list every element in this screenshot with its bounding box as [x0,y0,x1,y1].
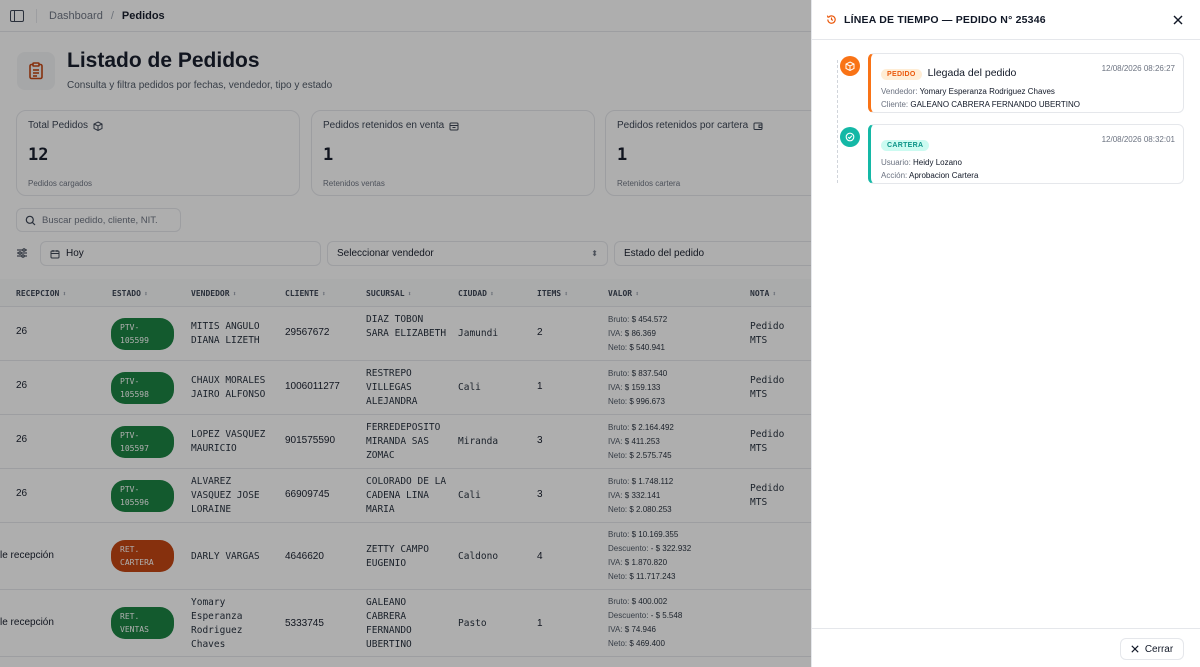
event-field-value: GALEANO CABRERA FERNANDO UBERTINO [910,100,1081,109]
event-field-value: Yomary Esperanza Rodriguez Chaves [919,87,1055,96]
event-field-value: Heidy Lozano [913,158,962,167]
timeline-event-cartera: CARTERA 12/08/2026 08:32:01 Usuario: Hei… [868,124,1184,184]
timeline-event-pedido: PEDIDO Llegada del pedido 12/08/2026 08:2… [868,53,1184,113]
history-icon [826,15,836,24]
package-icon [840,56,860,76]
event-tag: CARTERA [881,140,930,151]
close-icon [1131,645,1139,653]
event-field-label: Acción: [881,171,908,180]
close-button[interactable]: Cerrar [1120,638,1184,660]
event-field-label: Cliente: [881,100,909,109]
event-date: 12/08/2026 08:32:01 [1101,135,1175,144]
drawer-footer: Cerrar [812,628,1200,667]
close-icon[interactable] [1172,14,1184,26]
drawer-header: LÍNEA DE TIEMPO — PEDIDO N° 25346 [812,0,1200,40]
event-field-label: Vendedor: [881,87,918,96]
event-date: 12/08/2026 08:26:27 [1101,64,1175,73]
event-tag: PEDIDO [881,69,922,80]
close-button-label: Cerrar [1144,643,1174,655]
timeline-drawer: LÍNEA DE TIEMPO — PEDIDO N° 25346 PEDIDO… [811,0,1200,667]
event-field-label: Usuario: [881,158,911,167]
check-circle-icon [840,127,860,147]
event-title: Llegada del pedido [927,67,1017,79]
drawer-title: LÍNEA DE TIEMPO — PEDIDO N° 25346 [844,13,1046,26]
event-field-value: Aprobacion Cartera [909,171,979,180]
timeline-line [837,60,838,183]
